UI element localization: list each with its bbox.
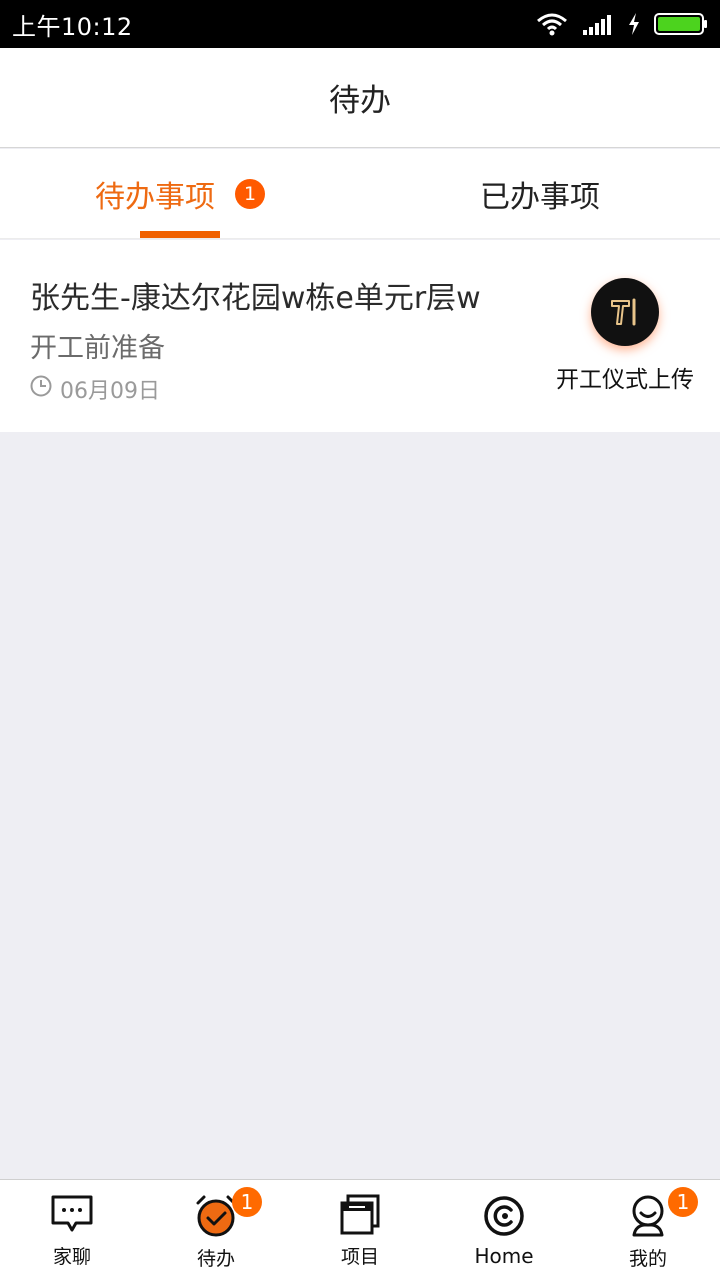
tab-pending[interactable]: 待办事项 1 bbox=[0, 149, 360, 238]
nav-item-profile[interactable]: 我的 1 bbox=[576, 1180, 720, 1280]
tab-pending-badge: 1 bbox=[235, 178, 265, 209]
signal-icon bbox=[582, 12, 614, 36]
tab-done-label: 已办事项 bbox=[480, 179, 600, 215]
nav-label-project: 项目 bbox=[340, 1246, 379, 1268]
nav-label-chat: 家聊 bbox=[52, 1246, 91, 1268]
status-icons bbox=[536, 12, 708, 36]
ceremony-upload-button[interactable]: 开工仪式上传 bbox=[550, 278, 700, 394]
nav-item-project[interactable]: 项目 bbox=[288, 1180, 432, 1280]
profile-icon bbox=[626, 1194, 670, 1238]
nav-item-todo[interactable]: 待办 1 bbox=[144, 1180, 288, 1280]
tab-done[interactable]: 已办事项 bbox=[360, 149, 720, 238]
page-title: 待办 bbox=[329, 83, 391, 119]
charging-icon bbox=[628, 13, 640, 35]
todo-screen: 上午10:12 待办 待办事项 1 已办事项 张先生-康达尔花园w栋e单元r层w… bbox=[0, 0, 720, 1280]
ceremony-upload-label: 开工仪式上传 bbox=[556, 367, 694, 393]
nav-label-profile: 我的 bbox=[628, 1248, 667, 1270]
battery-icon bbox=[654, 12, 708, 36]
hammer-icon bbox=[591, 278, 659, 346]
nav-item-chat[interactable]: 家聊 bbox=[0, 1180, 144, 1280]
task-title: 张先生-康达尔花园w栋e单元r层w bbox=[30, 281, 481, 316]
task-stage: 开工前准备 bbox=[30, 333, 165, 364]
status-bar: 上午10:12 bbox=[0, 0, 720, 48]
active-tab-indicator bbox=[140, 231, 220, 238]
chat-icon bbox=[50, 1194, 94, 1236]
nav-todo-badge: 1 bbox=[232, 1187, 262, 1217]
wifi-icon bbox=[536, 12, 568, 36]
project-window-icon bbox=[338, 1194, 382, 1236]
bottom-nav: 家聊 待办 1 项目 Home 我的 1 bbox=[0, 1179, 720, 1280]
app-header: 待办 bbox=[0, 48, 720, 148]
task-date-row: 06月09日 bbox=[30, 373, 160, 405]
status-time: 上午10:12 bbox=[12, 12, 133, 41]
nav-label-todo: 待办 bbox=[196, 1248, 235, 1270]
tab-pending-label: 待办事项 bbox=[95, 179, 215, 215]
nav-label-home: Home bbox=[474, 1244, 534, 1268]
todo-tabs: 待办事项 1 已办事项 bbox=[0, 149, 720, 239]
home-ring-icon bbox=[482, 1194, 526, 1238]
task-date: 06月09日 bbox=[60, 379, 160, 404]
task-item[interactable]: 张先生-康达尔花园w栋e单元r层w 开工前准备 06月09日 开工仪式上传 bbox=[0, 240, 720, 432]
nav-profile-badge: 1 bbox=[668, 1187, 698, 1217]
nav-item-home[interactable]: Home bbox=[432, 1180, 576, 1280]
clock-icon bbox=[30, 375, 52, 403]
